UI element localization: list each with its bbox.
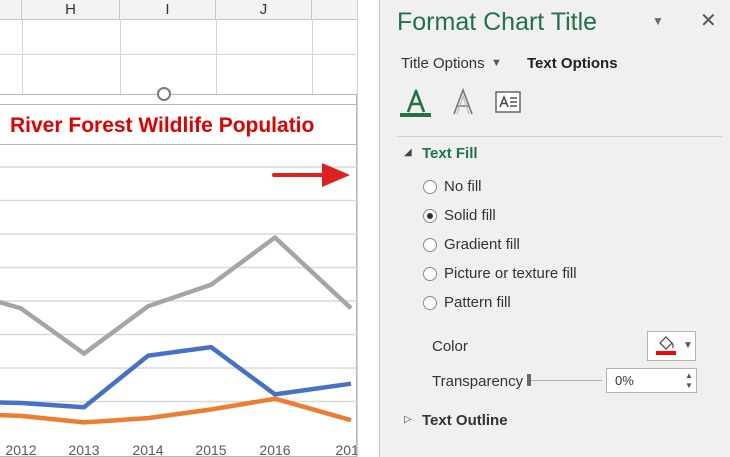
radio-picture-texture[interactable]	[423, 267, 437, 281]
paint-bucket-icon	[659, 336, 674, 350]
grid-line	[120, 20, 121, 102]
active-tab-indicator	[400, 113, 431, 117]
spin-down-icon[interactable]: ▼	[685, 381, 693, 390]
tab-text-options[interactable]: Text Options	[527, 55, 618, 72]
red-arrow-annotation	[272, 163, 350, 187]
slider-thumb[interactable]	[527, 374, 531, 386]
expand-triangle-icon[interactable]: ▷	[404, 414, 412, 425]
radio-gradient-fill[interactable]	[423, 238, 437, 252]
format-chart-title-pane: Format Chart Title ▼ ✕ Title Options ▼ T…	[380, 0, 730, 457]
section-text-outline[interactable]: Text Outline	[422, 412, 508, 429]
selection-rotate-handle[interactable]	[157, 87, 171, 101]
pane-options-menu-icon[interactable]: ▼	[652, 15, 666, 27]
text-effects-icon[interactable]	[449, 88, 477, 116]
column-header-k[interactable]	[312, 0, 360, 20]
x-tick-label: 2013	[68, 442, 99, 457]
spin-up-icon[interactable]: ▲	[685, 371, 693, 380]
slider-track	[527, 380, 602, 381]
collapse-triangle-icon[interactable]: ◢	[404, 147, 412, 158]
column-header-j[interactable]: J	[216, 0, 312, 20]
column-header-g[interactable]	[0, 0, 22, 20]
transparency-slider[interactable]	[527, 373, 602, 389]
pane-title: Format Chart Title	[397, 8, 598, 36]
series-line-1[interactable]	[0, 235, 353, 356]
section-text-fill[interactable]: Text Fill	[422, 145, 478, 162]
radio-no-fill[interactable]	[423, 180, 437, 194]
grid-line	[216, 20, 217, 102]
option-label: No fill	[444, 178, 482, 195]
text-fill-outline-icon[interactable]	[402, 88, 430, 116]
series-line-3[interactable]	[0, 396, 352, 425]
grid-line	[22, 20, 23, 102]
radio-selected-dot	[427, 213, 433, 219]
grid-line	[0, 54, 356, 55]
x-tick-label: 2012	[5, 442, 36, 457]
chart-title-box[interactable]: River Forest Wildlife Populatio	[0, 104, 357, 145]
color-swatch	[656, 351, 676, 355]
column-header-i[interactable]: I	[120, 0, 216, 20]
chevron-down-icon[interactable]: ▼	[491, 57, 502, 69]
x-tick-label: 2018	[335, 442, 357, 457]
separator	[397, 136, 722, 137]
tab-title-options[interactable]: Title Options	[401, 55, 485, 72]
radio-pattern-fill[interactable]	[423, 296, 437, 310]
x-tick-label: 2015	[195, 442, 226, 457]
option-label: Pattern fill	[444, 294, 511, 311]
grid-line	[312, 20, 313, 102]
transparency-value: 0%	[615, 373, 634, 388]
transparency-label: Transparency	[432, 373, 524, 390]
x-tick-label: 2016	[259, 442, 290, 457]
option-label: Picture or texture fill	[444, 265, 577, 282]
close-icon[interactable]: ✕	[700, 10, 717, 32]
chevron-down-icon[interactable]: ▼	[683, 340, 693, 351]
option-label: Gradient fill	[444, 236, 520, 253]
color-label: Color	[432, 338, 468, 355]
option-label: Solid fill	[444, 207, 496, 224]
series-line-2[interactable]	[0, 344, 352, 410]
chart-title[interactable]: River Forest Wildlife Populatio	[10, 114, 314, 138]
x-tick-label: 2014	[132, 442, 163, 457]
radio-solid-fill[interactable]	[423, 209, 437, 223]
column-header-h[interactable]: H	[22, 0, 120, 20]
text-box-icon[interactable]	[494, 88, 522, 116]
worksheet: H I J River Forest Wildlife Populatio 20…	[0, 0, 370, 457]
pane-divider	[357, 0, 370, 457]
column-headers: H I J	[0, 0, 360, 20]
color-picker-button[interactable]: ▼	[647, 331, 696, 361]
transparency-input[interactable]: 0% ▲ ▼	[606, 368, 697, 393]
